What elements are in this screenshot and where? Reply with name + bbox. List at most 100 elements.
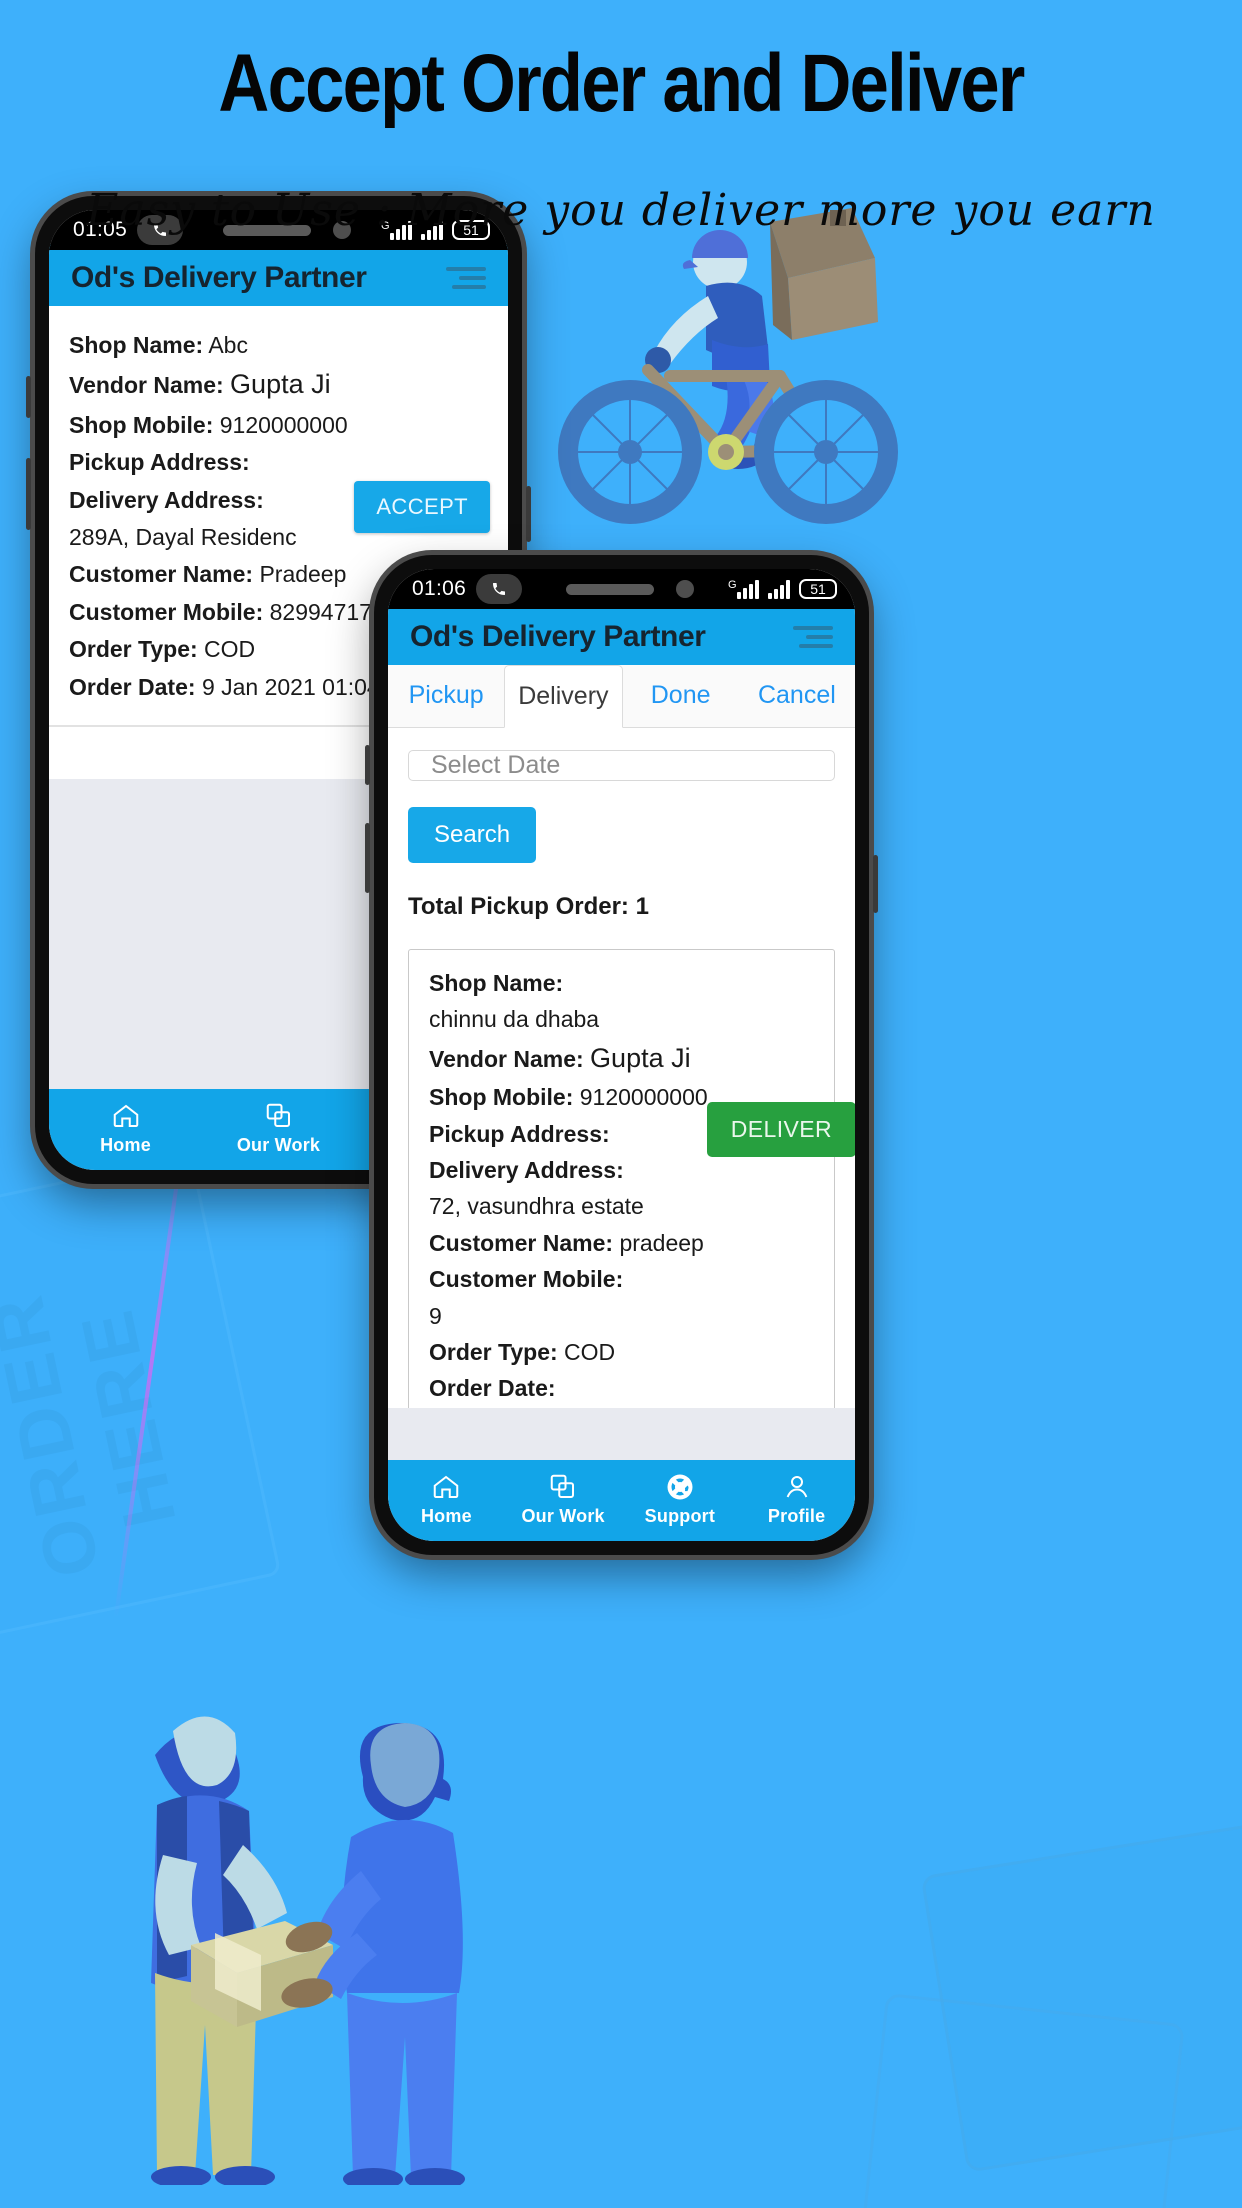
order-here-watermark: ORDER HERE xyxy=(0,1153,282,1637)
order-field-value: 9120000000 xyxy=(219,411,348,438)
order-field-row: Vendor Name: Gupta Ji xyxy=(429,1041,814,1077)
phone2-status-left: 01:06 xyxy=(412,574,523,604)
order-card: Shop Name: chinnu da dhaba Vendor Name: Gu… xyxy=(408,949,855,1408)
front-camera xyxy=(675,580,694,598)
order-field-row: Shop Name: Abc xyxy=(69,330,488,360)
documents-icon xyxy=(548,1472,578,1502)
phone1-power-button[interactable] xyxy=(526,486,531,542)
order-field-value: Gupta Ji xyxy=(230,369,331,400)
order-field-row: 72, vasundhra estate xyxy=(429,1191,814,1221)
phone2-power-button[interactable] xyxy=(873,855,878,913)
order-field-label: Vendor Name: xyxy=(429,1045,584,1072)
order-field-label: Pickup Address: xyxy=(429,1120,610,1147)
order-field-value: 9 xyxy=(429,1302,442,1329)
hamburger-menu-icon[interactable] xyxy=(793,626,833,648)
accept-button[interactable]: ACCEPT xyxy=(354,481,490,533)
deliver-button[interactable]: DELIVER xyxy=(706,1102,855,1157)
hamburger-menu-icon[interactable] xyxy=(446,267,486,289)
nav-item-our-work[interactable]: Our Work xyxy=(202,1101,355,1156)
total-pickup-order-label: Total Pickup Order: 1 xyxy=(408,893,649,920)
phone2-screen: 01:06 G 51 Od's Delivery Partner Pickup … xyxy=(388,569,855,1541)
nav-item-home[interactable]: Home xyxy=(49,1101,202,1156)
nav-item-label: Our Work xyxy=(236,1135,321,1155)
order-field-label: Shop Name: xyxy=(69,332,204,358)
tab-done[interactable]: Done xyxy=(622,665,739,727)
tab-delivery[interactable]: Delivery xyxy=(504,665,623,728)
phone2-app-title: Od's Delivery Partner xyxy=(410,620,706,653)
order-status-tabs: Pickup Delivery Done Cancel xyxy=(388,665,855,728)
page-subtitle: Easy to Use : More you deliver more you … xyxy=(86,185,1156,236)
tab-cancel[interactable]: Cancel xyxy=(738,665,855,727)
phone2-volume-button[interactable] xyxy=(365,823,370,893)
order-field-value: Abc xyxy=(208,332,248,358)
package-handoff-illustration xyxy=(95,1645,475,2185)
phone1-mute-button[interactable] xyxy=(26,376,31,418)
order-field-row: Delivery Address: xyxy=(429,1155,814,1185)
phone2-status-right: G 51 xyxy=(728,579,837,599)
nav-item-support[interactable]: Support xyxy=(622,1472,739,1527)
order-field-label: Delivery Address: xyxy=(69,486,264,513)
empty-grey-space xyxy=(388,1408,855,1460)
order-field-row: Order Type: COD xyxy=(429,1337,814,1367)
order-field-label: Delivery Address: xyxy=(429,1157,624,1184)
order-field-value: 9120000000 xyxy=(579,1084,708,1111)
network-type-label: G xyxy=(728,579,737,591)
order-field-label: Customer Mobile: xyxy=(69,598,264,625)
nav-item-label: Home xyxy=(100,1135,151,1155)
nav-item-home[interactable]: Home xyxy=(388,1472,505,1527)
order-field-label: Shop Name: xyxy=(429,970,564,996)
earpiece-speaker xyxy=(565,583,654,595)
phone2-content: Select Date Search Total Pickup Order: 1… xyxy=(388,728,855,1460)
order-field-row: Shop Mobile: 9120000000 xyxy=(69,410,488,440)
decorative-box-right-2 xyxy=(859,1993,1185,2208)
documents-icon xyxy=(264,1101,294,1131)
phone2-bottom-nav: Home Our Work Support Profile xyxy=(388,1460,855,1541)
nav-item-our-work[interactable]: Our Work xyxy=(505,1472,622,1527)
order-field-label: Customer Name: xyxy=(69,561,254,588)
order-field-value: COD xyxy=(564,1338,616,1365)
nav-item-label: Profile xyxy=(767,1506,826,1526)
order-field-row: Customer Mobile: xyxy=(429,1264,814,1294)
signal-bars-icon-2 xyxy=(768,579,790,599)
select-date-input[interactable]: Select Date xyxy=(408,750,835,781)
order-field-label: Shop Mobile: xyxy=(429,1084,574,1111)
phone2-notch-hardware xyxy=(565,580,694,598)
nav-item-profile[interactable]: Profile xyxy=(738,1472,855,1527)
order-field-row: Pickup Address: xyxy=(69,447,488,477)
order-field-row: chinnu da dhaba xyxy=(429,1004,814,1034)
order-field-value: 72, vasundhra estate xyxy=(429,1193,644,1220)
battery-indicator: 51 xyxy=(799,579,837,599)
order-field-row: 9 xyxy=(429,1301,814,1331)
order-field-value: 9 Jan 2021 01:04 xyxy=(201,673,380,700)
order-field-label: Order Date: xyxy=(69,673,196,700)
lifebuoy-icon xyxy=(665,1472,695,1502)
signal-bars-icon-1: G xyxy=(728,579,759,599)
order-field-row: Shop Name: xyxy=(429,968,814,998)
home-icon xyxy=(111,1101,141,1131)
phone2-status-bar: 01:06 G 51 xyxy=(388,569,855,609)
phone2-app-bar: Od's Delivery Partner xyxy=(388,603,855,665)
home-icon xyxy=(431,1472,461,1502)
order-field-value: Pradeep xyxy=(259,561,347,588)
order-field-label: Order Type: xyxy=(69,636,198,663)
phone2-clock: 01:06 xyxy=(412,577,467,600)
order-field-value: chinnu da dhaba xyxy=(429,1006,600,1033)
order-field-row: Order Date: xyxy=(429,1373,814,1403)
order-field-label: Customer Mobile: xyxy=(429,1266,624,1293)
phone2-mute-button[interactable] xyxy=(365,745,370,785)
phone1-volume-up-button[interactable] xyxy=(26,458,31,530)
phone2-main: Select Date Search Total Pickup Order: 1… xyxy=(388,728,855,1408)
order-field-value: COD xyxy=(204,636,256,663)
search-button[interactable]: Search xyxy=(408,807,537,863)
nav-item-label: Home xyxy=(420,1506,472,1526)
order-field-value: 289A, Dayal Residenc xyxy=(69,524,297,551)
phone1-app-title: Od's Delivery Partner xyxy=(71,261,367,294)
order-field-label: Order Date: xyxy=(429,1375,556,1402)
phone1-app-bar: Od's Delivery Partner xyxy=(49,244,508,306)
person-icon xyxy=(782,1472,812,1502)
order-field-label: Order Type: xyxy=(429,1338,558,1365)
order-field-value: Gupta Ji xyxy=(590,1042,691,1073)
tab-pickup[interactable]: Pickup xyxy=(388,665,505,727)
nav-item-label: Our Work xyxy=(521,1506,605,1526)
nav-item-label: Support xyxy=(644,1506,716,1526)
